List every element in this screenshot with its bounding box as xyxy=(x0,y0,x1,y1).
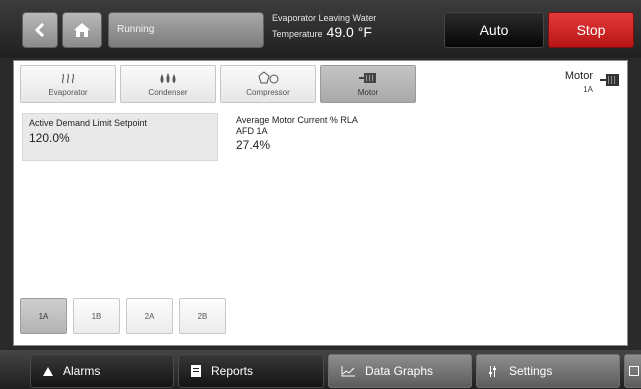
tab-evaporator[interactable]: Evaporator xyxy=(20,65,116,103)
lwt-value: 49.0 xyxy=(326,24,354,40)
demand-limit-label: Active Demand Limit Setpoint xyxy=(29,118,148,128)
motor-icon xyxy=(358,71,378,85)
stop-button[interactable]: Stop xyxy=(548,12,634,48)
motor-header-unit: 1A xyxy=(583,85,593,94)
main-panel: Evaporator Condenser Compressor Motor Mo… xyxy=(13,60,628,346)
auto-button[interactable]: Auto xyxy=(444,12,544,48)
more-icon xyxy=(629,366,639,376)
component-tabs: Evaporator Condenser Compressor Motor xyxy=(20,65,416,103)
leaving-water-temperature: Evaporator Leaving Water Temperature 49.… xyxy=(272,12,376,40)
tab-motor-label: Motor xyxy=(357,88,379,97)
tab-evaporator-label: Evaporator xyxy=(48,88,88,97)
nav-reports-label: Reports xyxy=(211,364,254,378)
motor-header-title: Motor xyxy=(564,70,593,82)
report-document-icon xyxy=(191,365,201,377)
lwt-unit: °F xyxy=(357,24,372,40)
motor-current-readout: Average Motor Current % RLA AFD 1A 27.4% xyxy=(236,115,358,152)
motor-header: Motor 1A xyxy=(565,69,593,97)
nav-settings[interactable]: Settings xyxy=(476,354,620,388)
nav-alarms[interactable]: Alarms xyxy=(30,354,174,388)
bottom-nav: Alarms Reports Data Graphs Settings xyxy=(0,350,641,389)
motor-current-label: Average Motor Current % RLA xyxy=(236,115,358,125)
unit-button-2b[interactable]: 2B xyxy=(179,298,226,334)
nav-data-graphs[interactable]: Data Graphs xyxy=(328,354,472,388)
nav-settings-label: Settings xyxy=(509,364,553,378)
line-graph-icon xyxy=(341,365,355,376)
motor-header-icon xyxy=(599,73,621,92)
tab-condenser[interactable]: Condenser xyxy=(120,65,216,103)
home-button[interactable] xyxy=(62,12,102,48)
nav-reports[interactable]: Reports xyxy=(178,354,324,388)
chiller-status: Running xyxy=(108,12,264,48)
tab-compressor-label: Compressor xyxy=(246,88,290,97)
nav-graphs-label: Data Graphs xyxy=(365,364,434,378)
evaporator-icon xyxy=(60,71,76,85)
motor-current-value: 27.4% xyxy=(236,138,271,152)
unit-button-2a[interactable]: 2A xyxy=(126,298,173,334)
tab-motor[interactable]: Motor xyxy=(320,65,416,103)
demand-limit-value: 120.0% xyxy=(29,131,70,145)
unit-selector: 1A 1B 2A 2B xyxy=(20,298,226,334)
back-arrow-icon xyxy=(34,23,45,37)
motor-current-afd: AFD 1A xyxy=(236,126,268,136)
condenser-icon xyxy=(159,71,177,85)
tab-compressor[interactable]: Compressor xyxy=(220,65,316,103)
compressor-icon xyxy=(257,71,279,85)
settings-sliders-icon xyxy=(489,365,496,377)
home-icon xyxy=(74,23,90,37)
back-button[interactable] xyxy=(22,12,58,48)
tab-condenser-label: Condenser xyxy=(148,88,188,97)
status-text: Running xyxy=(117,24,155,35)
unit-button-1a[interactable]: 1A xyxy=(20,298,67,334)
lwt-label-line2: Temperature xyxy=(272,29,323,39)
unit-button-1b[interactable]: 1B xyxy=(73,298,120,334)
lwt-label-line1: Evaporator Leaving Water xyxy=(272,13,377,23)
top-bar: Running Evaporator Leaving Water Tempera… xyxy=(0,0,641,58)
nav-alarms-label: Alarms xyxy=(63,364,101,378)
nav-more[interactable] xyxy=(624,354,641,388)
demand-limit-setpoint[interactable]: Active Demand Limit Setpoint 120.0% xyxy=(22,113,218,161)
alarm-triangle-icon xyxy=(43,366,53,376)
